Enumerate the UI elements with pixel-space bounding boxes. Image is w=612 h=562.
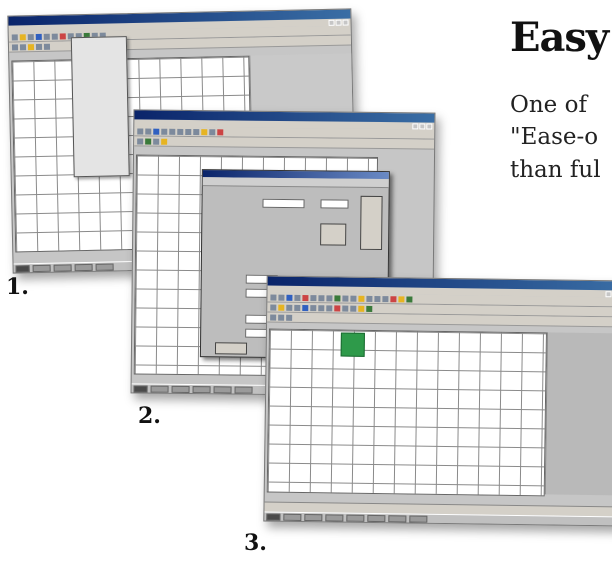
step-number-1: 1. xyxy=(6,274,29,300)
intro-line-2: "Ease-o xyxy=(510,124,599,150)
window-controls xyxy=(327,10,349,29)
dialog-option-box xyxy=(320,223,347,246)
step-number-2: 2. xyxy=(138,403,161,429)
intro-line-1: One of xyxy=(510,92,587,118)
page-heading: Easy xyxy=(510,14,609,61)
dialog-preview-box xyxy=(360,195,383,251)
side-panel xyxy=(544,332,612,496)
dropdown-menu xyxy=(70,36,130,178)
step-number-3: 3. xyxy=(244,530,267,556)
toolbar-2 xyxy=(134,136,435,150)
dialog-field xyxy=(320,199,349,209)
dialog-field xyxy=(262,198,305,209)
selected-cell xyxy=(340,332,365,357)
intro-line-3: than ful xyxy=(510,157,601,183)
window-controls xyxy=(411,114,433,133)
form-grid xyxy=(266,328,547,497)
window-controls xyxy=(604,282,612,301)
dialog-button xyxy=(214,342,248,355)
screenshot-window-3 xyxy=(263,275,612,527)
dialog-tabs xyxy=(202,177,389,189)
